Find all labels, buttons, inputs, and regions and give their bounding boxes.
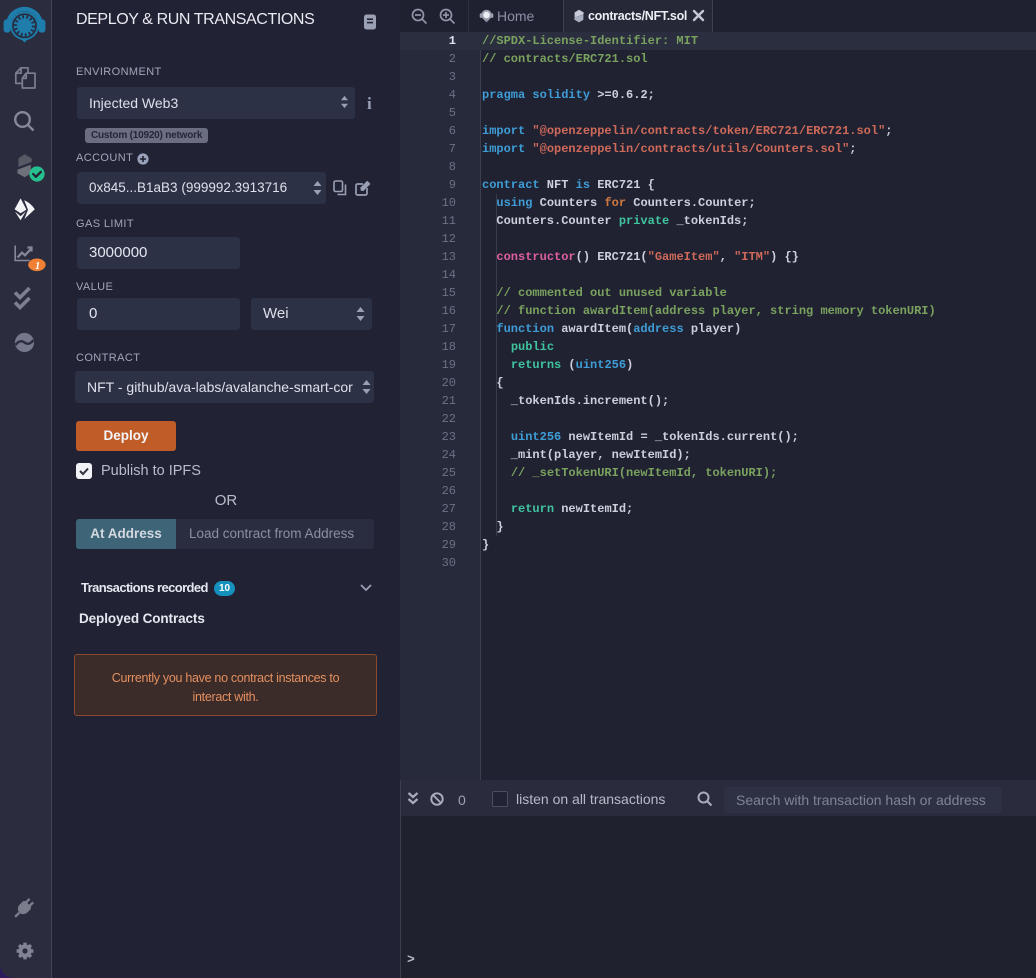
svg-text:1: 1 — [35, 261, 40, 272]
